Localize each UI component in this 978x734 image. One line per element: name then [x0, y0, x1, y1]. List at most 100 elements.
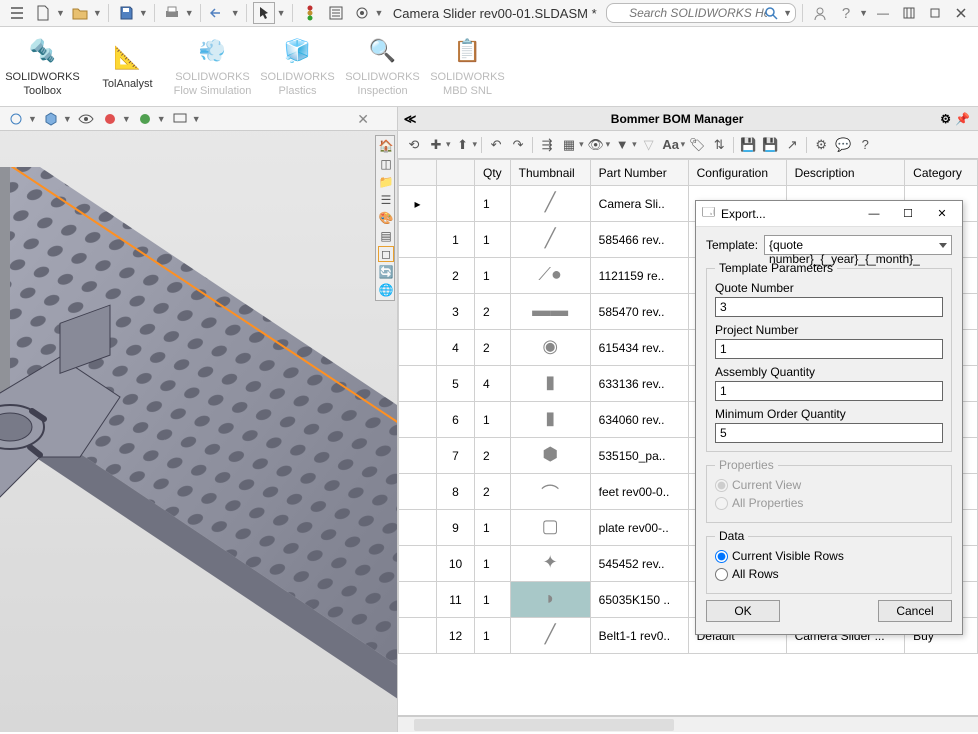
save-icon[interactable]: [115, 2, 137, 24]
open-icon[interactable]: [69, 2, 91, 24]
dropdown-icon[interactable]: ▼: [93, 8, 102, 18]
expand-cell[interactable]: [399, 294, 437, 330]
ribbon-item[interactable]: 🧊SOLIDWORKS Plastics: [255, 31, 340, 101]
column-header[interactable]: Description: [786, 160, 905, 186]
column-header[interactable]: Thumbnail: [510, 160, 590, 186]
ribbon-item[interactable]: 📋SOLIDWORKS MBD SNL: [425, 31, 510, 101]
expand-cell[interactable]: [399, 438, 437, 474]
quote-number-input[interactable]: [715, 297, 943, 317]
qty-cell[interactable]: 2: [475, 474, 511, 510]
thumbnail-cell[interactable]: ⌒: [510, 474, 590, 510]
clear-filter-icon[interactable]: ▽: [639, 135, 659, 155]
part-number-cell[interactable]: 65035K150 ..: [590, 582, 688, 618]
close-icon[interactable]: [950, 2, 972, 24]
scene-icon[interactable]: [135, 110, 155, 128]
expand-cell[interactable]: [399, 618, 437, 654]
part-number-cell[interactable]: 585466 rev..: [590, 222, 688, 258]
expand-cell[interactable]: [399, 222, 437, 258]
ribbon-item[interactable]: 🔩SOLIDWORKS Toolbox: [0, 31, 85, 101]
qty-cell[interactable]: 2: [475, 330, 511, 366]
column-header[interactable]: Configuration: [688, 160, 786, 186]
traffic-light-icon[interactable]: [299, 2, 321, 24]
part-number-cell[interactable]: 535150_pa..: [590, 438, 688, 474]
dialog-close-icon[interactable]: ✕: [928, 203, 956, 225]
dropdown-icon[interactable]: ▼: [139, 8, 148, 18]
restore-icon[interactable]: [898, 2, 920, 24]
chat-icon[interactable]: 💬: [833, 135, 853, 155]
thumbnail-cell[interactable]: ✦: [510, 546, 590, 582]
expand-cell[interactable]: [399, 546, 437, 582]
help-icon[interactable]: ?: [835, 2, 857, 24]
cube-icon[interactable]: [41, 110, 61, 128]
part-number-cell[interactable]: plate rev00-..: [590, 510, 688, 546]
maximize-icon[interactable]: [924, 2, 946, 24]
dropdown-icon[interactable]: ▼: [277, 8, 286, 18]
column-header[interactable]: [399, 160, 437, 186]
expand-cell[interactable]: [399, 474, 437, 510]
expand-cell[interactable]: [399, 402, 437, 438]
sort-icon[interactable]: ⇅: [709, 135, 729, 155]
dialog-minimize-icon[interactable]: —: [860, 203, 888, 225]
qty-cell[interactable]: 1: [475, 222, 511, 258]
template-combo[interactable]: {quote number}_{_year}_{_month}_: [764, 235, 952, 255]
ribbon-item[interactable]: 📐TolAnalyst: [85, 38, 170, 95]
expand-cell[interactable]: [399, 258, 437, 294]
thumbnail-cell[interactable]: ⟋●: [510, 258, 590, 294]
qty-cell[interactable]: 1: [475, 186, 511, 222]
options-icon[interactable]: [325, 2, 347, 24]
horizontal-scrollbar[interactable]: [398, 716, 978, 732]
qty-cell[interactable]: 1: [475, 402, 511, 438]
all-rows-radio[interactable]: [715, 568, 728, 581]
part-number-cell[interactable]: 615434 rev..: [590, 330, 688, 366]
dropdown-icon[interactable]: ▼: [375, 8, 384, 18]
qty-cell[interactable]: 1: [475, 618, 511, 654]
dropdown-icon[interactable]: ▼: [231, 8, 240, 18]
qty-cell[interactable]: 2: [475, 294, 511, 330]
column-header[interactable]: Category: [905, 160, 978, 186]
dropdown-icon[interactable]: ▼: [56, 8, 65, 18]
ok-button[interactable]: OK: [706, 600, 780, 622]
viewport-close-icon[interactable]: ✕: [357, 111, 369, 128]
minimize-icon[interactable]: —: [872, 2, 894, 24]
save-icon[interactable]: 💾: [738, 135, 758, 155]
part-number-cell[interactable]: 633136 rev..: [590, 366, 688, 402]
expand-cell[interactable]: [399, 582, 437, 618]
dropdown-icon[interactable]: ▼: [859, 8, 868, 18]
3d-model[interactable]: [0, 167, 397, 727]
column-header[interactable]: [437, 160, 475, 186]
undo-icon[interactable]: ↶: [486, 135, 506, 155]
print-icon[interactable]: [161, 2, 183, 24]
ribbon-item[interactable]: 🔍SOLIDWORKS Inspection: [340, 31, 425, 101]
text-icon[interactable]: Aa: [661, 135, 681, 155]
column-header[interactable]: Qty: [475, 160, 511, 186]
collapse-icon[interactable]: ≪: [398, 112, 422, 126]
thumbnail-cell[interactable]: ▮: [510, 366, 590, 402]
qty-cell[interactable]: 4: [475, 366, 511, 402]
thumbnail-cell[interactable]: ⬢: [510, 438, 590, 474]
display-icon[interactable]: [170, 110, 190, 128]
part-number-cell[interactable]: feet rev00-0..: [590, 474, 688, 510]
thumbnail-cell[interactable]: ▮: [510, 402, 590, 438]
orientation-icon[interactable]: [6, 110, 26, 128]
share-icon[interactable]: ↗: [782, 135, 802, 155]
home-icon[interactable]: 🏠: [378, 138, 394, 154]
gear-icon[interactable]: ⚙: [940, 112, 951, 126]
part-number-cell[interactable]: Belt1-1 rev0..: [590, 618, 688, 654]
thumbnail-cell[interactable]: ▢: [510, 510, 590, 546]
filter-icon[interactable]: ▼: [612, 135, 632, 155]
min-order-qty-input[interactable]: [715, 423, 943, 443]
cancel-button[interactable]: Cancel: [878, 600, 952, 622]
part-number-cell[interactable]: 545452 rev..: [590, 546, 688, 582]
part-number-cell[interactable]: 1121159 re..: [590, 258, 688, 294]
dropdown-icon[interactable]: ▼: [185, 8, 194, 18]
thumbnail-cell[interactable]: ◉: [510, 330, 590, 366]
qty-cell[interactable]: 2: [475, 438, 511, 474]
visible-rows-radio[interactable]: [715, 550, 728, 563]
menu-icon[interactable]: [6, 2, 28, 24]
tree-icon[interactable]: ⇶: [537, 135, 557, 155]
qty-cell[interactable]: 1: [475, 582, 511, 618]
new-doc-icon[interactable]: [32, 2, 54, 24]
refresh-icon[interactable]: ⟲: [404, 135, 424, 155]
qty-cell[interactable]: 1: [475, 258, 511, 294]
pin-icon[interactable]: 📌: [955, 112, 970, 126]
